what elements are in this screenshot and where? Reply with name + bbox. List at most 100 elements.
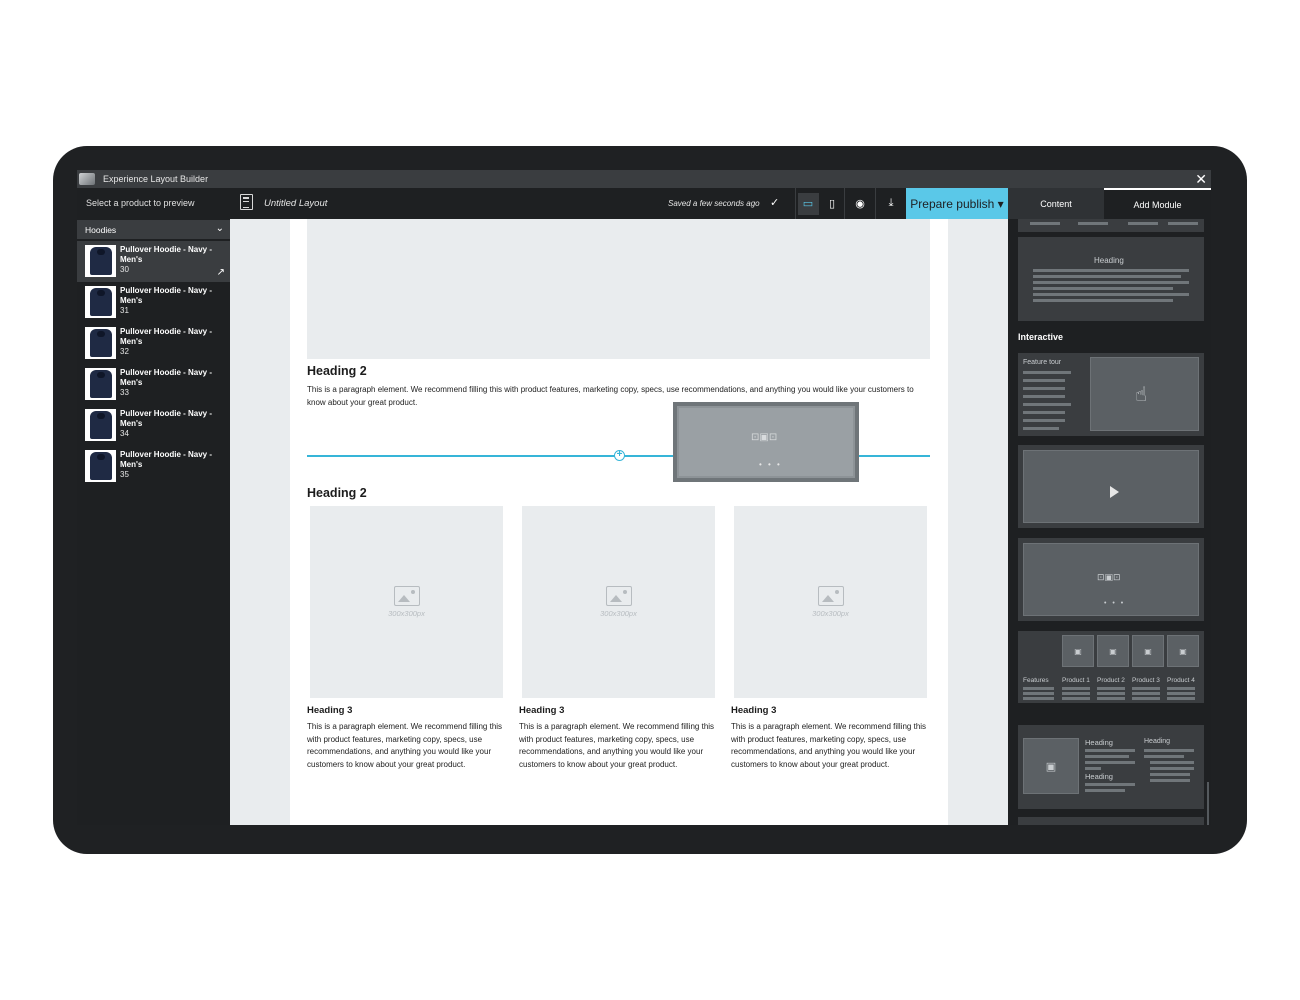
video-screen: [1023, 450, 1199, 523]
play-icon: [1110, 486, 1119, 498]
image-icon: ▣: [1132, 635, 1164, 667]
product-thumbnail: [85, 450, 116, 482]
product-list: Pullover Hoodie - Navy - Men's 30 ↗ Pull…: [77, 241, 230, 487]
product-number: 33: [120, 388, 129, 397]
product-number: 31: [120, 306, 129, 315]
product-name: Pullover Hoodie - Navy - Men's: [120, 327, 213, 346]
module-heading-label: Heading: [1094, 256, 1124, 265]
product-item[interactable]: Pullover Hoodie - Navy - Men's 35: [77, 446, 230, 487]
fingerprint-icon: ☝: [1135, 384, 1148, 406]
carousel-icon: ⊡▣⊡: [751, 432, 778, 443]
feature-tour-label: Feature tour: [1023, 359, 1062, 366]
heading-3[interactable]: Heading 3: [731, 705, 776, 716]
product-thumbnail: [85, 327, 116, 359]
hero-image-placeholder[interactable]: [307, 219, 930, 359]
product-item[interactable]: Pullover Hoodie - Navy - Men's 32: [77, 323, 230, 364]
download-icon: ⤓: [888, 197, 894, 209]
app-title: Experience Layout Builder: [103, 174, 209, 184]
title-bar: Experience Layout Builder ✕: [77, 170, 1211, 188]
image-size-label: 300x300px: [600, 609, 637, 618]
image-placeholder[interactable]: 300x300px: [734, 506, 927, 698]
tab-content[interactable]: Content: [1008, 188, 1104, 219]
product-number: 30: [120, 265, 129, 274]
text-module-thumbnail[interactable]: Heading: [1018, 237, 1204, 321]
image-size-label: 300x300px: [388, 609, 425, 618]
video-module-thumbnail[interactable]: [1018, 445, 1204, 528]
product-column-label: Product 3: [1132, 677, 1160, 684]
product-name: Pullover Hoodie - Navy - Men's: [120, 368, 213, 387]
product-number: 34: [120, 429, 129, 438]
features-label: Features: [1023, 677, 1049, 684]
check-icon: ✓: [770, 197, 780, 209]
product-column-label: Product 1: [1062, 677, 1090, 684]
module-heading-label: Heading: [1144, 738, 1171, 745]
product-name: Pullover Hoodie - Navy - Men's: [120, 450, 213, 469]
mixed-content-module-thumbnail[interactable]: ▣ Heading Heading Heading: [1018, 725, 1204, 809]
heading-2[interactable]: Heading 2: [307, 364, 367, 378]
category-dropdown[interactable]: Hoodies ⌄: [77, 220, 230, 239]
image-icon: ▣: [1062, 635, 1094, 667]
product-column-label: Product 4: [1167, 677, 1195, 684]
paragraph[interactable]: This is a paragraph element. We recommen…: [731, 721, 931, 771]
image-placeholder[interactable]: 300x300px: [522, 506, 715, 698]
paragraph[interactable]: This is a paragraph element. We recommen…: [519, 721, 719, 771]
product-item[interactable]: Pullover Hoodie - Navy - Men's 30 ↗: [77, 241, 230, 282]
layout-name[interactable]: Untitled Layout: [264, 198, 327, 209]
image-icon: [817, 586, 844, 606]
product-name: Pullover Hoodie - Navy - Men's: [120, 245, 213, 264]
paragraph[interactable]: This is a paragraph element. We recommen…: [307, 721, 507, 771]
feature-tour-module-thumbnail[interactable]: Feature tour ☝: [1018, 353, 1204, 436]
toolbar: Select a product to preview Untitled Lay…: [77, 188, 1211, 219]
image-size-label: 300x300px: [812, 609, 849, 618]
image-icon: [393, 586, 420, 606]
module-thumbnail[interactable]: [1018, 219, 1204, 232]
image-icon: ▣: [1023, 738, 1079, 794]
mobile-view-button[interactable]: ▯: [820, 188, 844, 219]
layout-icon: [240, 194, 253, 210]
comparison-module-thumbnail[interactable]: Features ▣ ▣ ▣ ▣ Product 1 Product 2 Pro…: [1018, 631, 1204, 703]
interactive-section-title: Interactive: [1018, 332, 1064, 342]
heading-2[interactable]: Heading 2: [307, 486, 367, 500]
product-number: 32: [120, 347, 129, 356]
product-thumbnail: [85, 286, 116, 318]
category-value: Hoodies: [85, 224, 117, 235]
preview-button[interactable]: ◉: [844, 188, 875, 219]
product-item[interactable]: Pullover Hoodie - Navy - Men's 31: [77, 282, 230, 323]
laptop-icon: ▭: [797, 192, 819, 215]
add-icon[interactable]: +: [614, 450, 625, 461]
app-window: Experience Layout Builder ✕ Select a pro…: [77, 170, 1211, 825]
external-link-icon[interactable]: ↗: [217, 267, 225, 278]
desktop-view-button[interactable]: ▭: [795, 188, 820, 219]
scrollbar[interactable]: [1207, 782, 1209, 825]
image-icon: [605, 586, 632, 606]
pagination-dots: • • •: [759, 460, 782, 469]
chevron-down-icon: ⌄: [215, 223, 224, 234]
product-preview-label: Select a product to preview: [86, 198, 195, 208]
image-placeholder[interactable]: 300x300px: [310, 506, 503, 698]
carousel-module-thumbnail[interactable]: ⊡▣⊡ • • •: [1018, 538, 1204, 621]
layout-canvas: Heading 2 This is a paragraph element. W…: [230, 219, 1008, 825]
app-logo: [79, 173, 95, 185]
download-button[interactable]: ⤓: [875, 188, 906, 219]
heading-3[interactable]: Heading 3: [307, 705, 352, 716]
module-panel: Heading Interactive Feature tour ☝ ⊡▣⊡ •…: [1008, 219, 1211, 825]
product-column-label: Product 2: [1097, 677, 1125, 684]
product-thumbnail: [85, 245, 116, 277]
dragged-carousel-module[interactable]: ⊡▣⊡ • • •: [673, 402, 859, 482]
feature-tour-screen: ☝: [1090, 357, 1199, 431]
module-heading-label: Heading: [1085, 738, 1113, 747]
eye-icon: ◉: [855, 198, 865, 210]
product-number: 35: [120, 470, 129, 479]
close-icon[interactable]: ✕: [1195, 171, 1207, 187]
heading-3[interactable]: Heading 3: [519, 705, 564, 716]
saved-status: Saved a few seconds ago: [668, 199, 760, 208]
tab-add-module[interactable]: Add Module: [1104, 188, 1211, 219]
module-thumbnail[interactable]: [1018, 817, 1204, 825]
product-sidebar: Hoodies ⌄ Pullover Hoodie - Navy - Men's…: [77, 219, 230, 825]
carousel-icon: ⊡▣⊡: [1097, 572, 1121, 582]
product-item[interactable]: Pullover Hoodie - Navy - Men's 33: [77, 364, 230, 405]
prepare-publish-button[interactable]: Prepare publish ▾: [906, 188, 1008, 219]
product-item[interactable]: Pullover Hoodie - Navy - Men's 34: [77, 405, 230, 446]
module-heading-label: Heading: [1085, 772, 1113, 781]
image-icon: ▣: [1167, 635, 1199, 667]
